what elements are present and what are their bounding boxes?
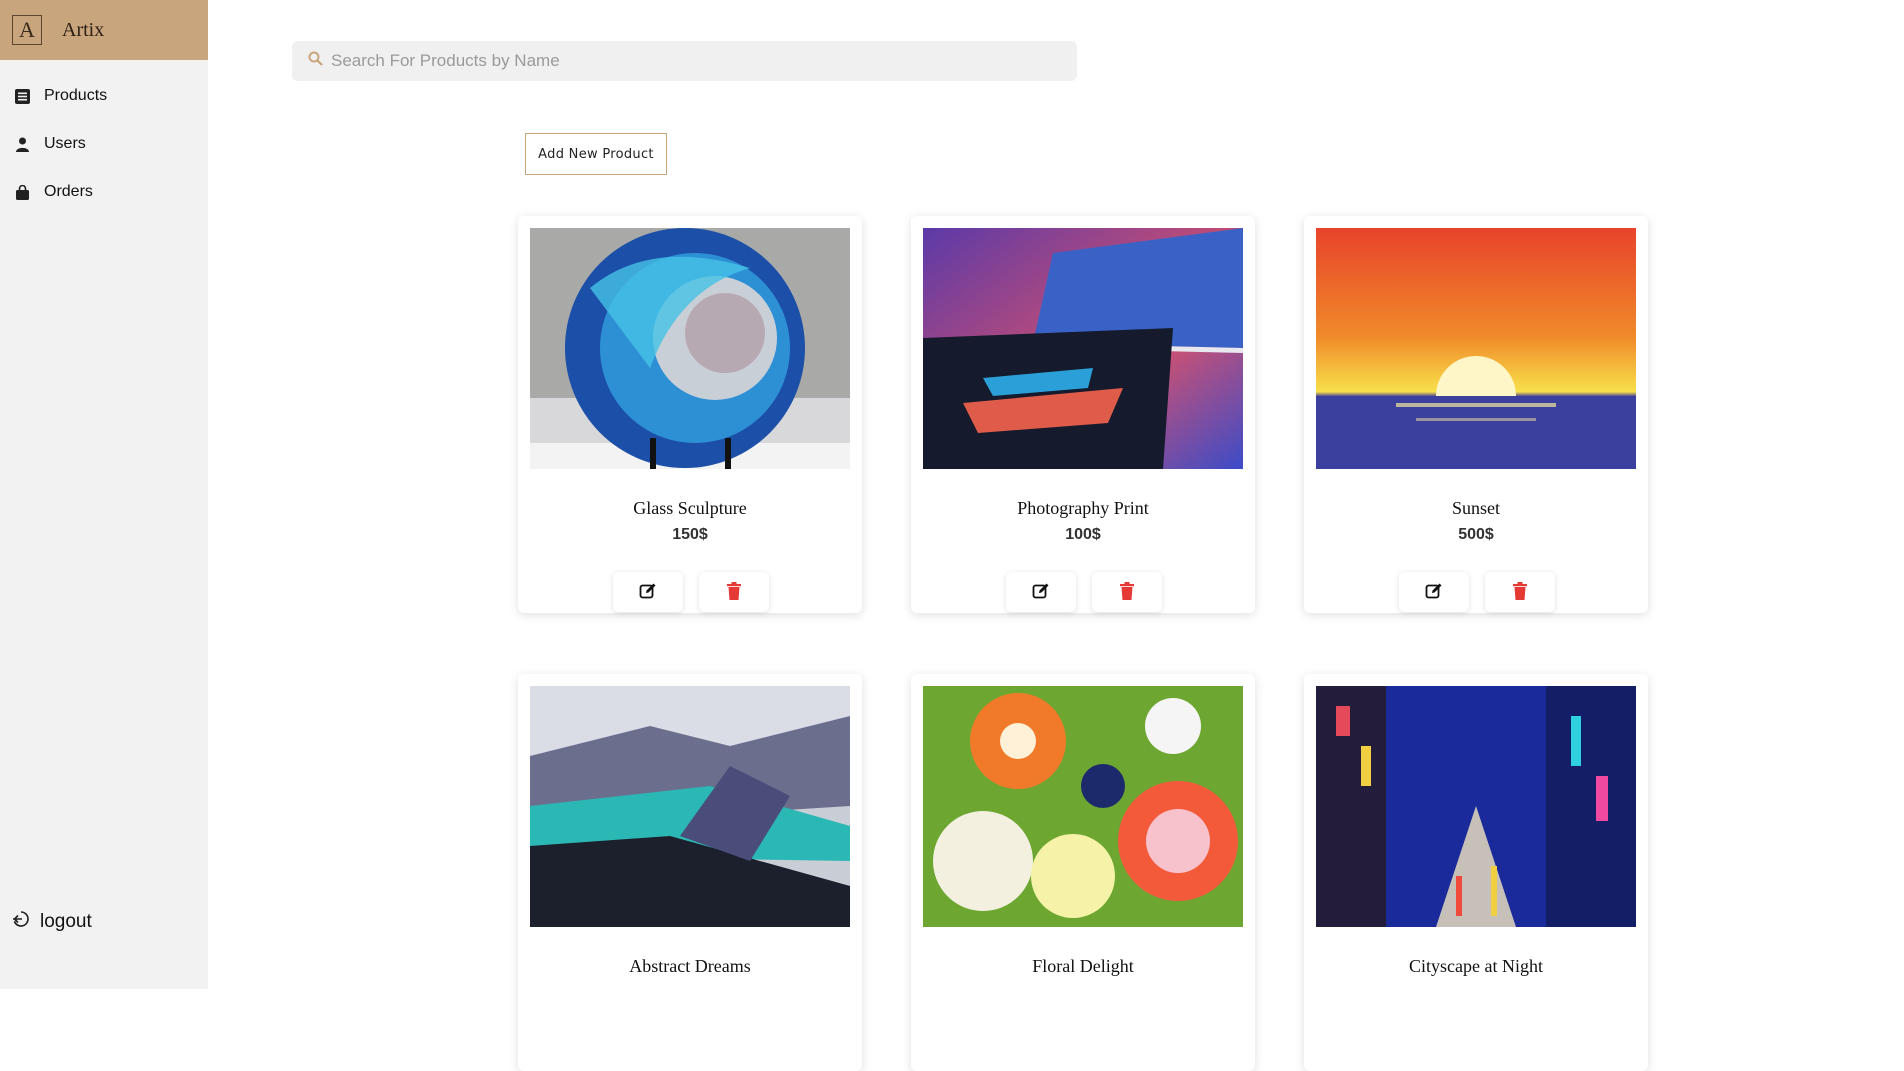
user-icon <box>14 136 30 152</box>
product-image <box>923 686 1243 927</box>
product-price: 100$ <box>1065 526 1101 543</box>
edit-icon <box>1425 582 1443 603</box>
trash-icon <box>726 581 742 603</box>
logout-button[interactable]: logout <box>12 910 92 933</box>
product-card: Glass Sculpture 150$ <box>518 216 862 613</box>
edit-button[interactable] <box>613 572 683 612</box>
delete-button[interactable] <box>1092 572 1162 612</box>
logout-label: logout <box>40 910 92 932</box>
product-price: 500$ <box>1458 526 1494 543</box>
brand-header: A Artix <box>0 0 208 60</box>
product-card: Cityscape at Night <box>1304 674 1648 1071</box>
trash-icon <box>1512 581 1528 603</box>
add-new-product-button[interactable]: Add New Product <box>525 133 667 175</box>
product-price: 150$ <box>672 526 708 543</box>
search-input[interactable] <box>331 51 1051 71</box>
sidebar-item-label: Products <box>44 87 108 104</box>
edit-button[interactable] <box>1399 572 1469 612</box>
edit-icon <box>1032 582 1050 603</box>
product-card: Sunset 500$ <box>1304 216 1648 613</box>
delete-button[interactable] <box>699 572 769 612</box>
product-image <box>1316 228 1636 469</box>
product-card: Abstract Dreams <box>518 674 862 1071</box>
brand-name[interactable]: Artix <box>62 19 104 42</box>
product-image <box>923 228 1243 469</box>
product-card: Floral Delight <box>911 674 1255 1071</box>
product-image <box>1316 686 1636 927</box>
shopping-bag-icon <box>14 184 30 200</box>
delete-button[interactable] <box>1485 572 1555 612</box>
sidebar-item-orders[interactable]: Orders <box>0 168 208 216</box>
product-name: Sunset <box>1451 498 1500 518</box>
product-name: Photography Print <box>1017 498 1149 518</box>
edit-icon <box>639 582 657 603</box>
product-card: Photography Print 100$ <box>911 216 1255 613</box>
sidebar-item-label: Orders <box>44 183 93 200</box>
product-image <box>530 228 850 469</box>
edit-button[interactable] <box>1006 572 1076 612</box>
brand-logo[interactable]: A <box>12 15 42 45</box>
product-name: Glass Sculpture <box>633 498 747 518</box>
sidebar-item-users[interactable]: Users <box>0 120 208 168</box>
sidebar-item-label: Users <box>44 135 86 152</box>
trash-icon <box>1119 581 1135 603</box>
search-bar <box>292 41 1077 81</box>
product-name: Floral Delight <box>1032 956 1134 976</box>
list-icon <box>14 88 30 104</box>
product-image <box>530 686 850 927</box>
sidebar-nav: Products Users Orders <box>0 72 208 216</box>
sidebar: A Artix Products Users Orders logout <box>0 0 208 989</box>
sidebar-item-products[interactable]: Products <box>0 72 208 120</box>
search-icon <box>308 51 323 71</box>
product-name: Cityscape at Night <box>1409 956 1543 976</box>
product-name: Abstract Dreams <box>629 956 751 976</box>
logout-icon <box>12 910 30 933</box>
